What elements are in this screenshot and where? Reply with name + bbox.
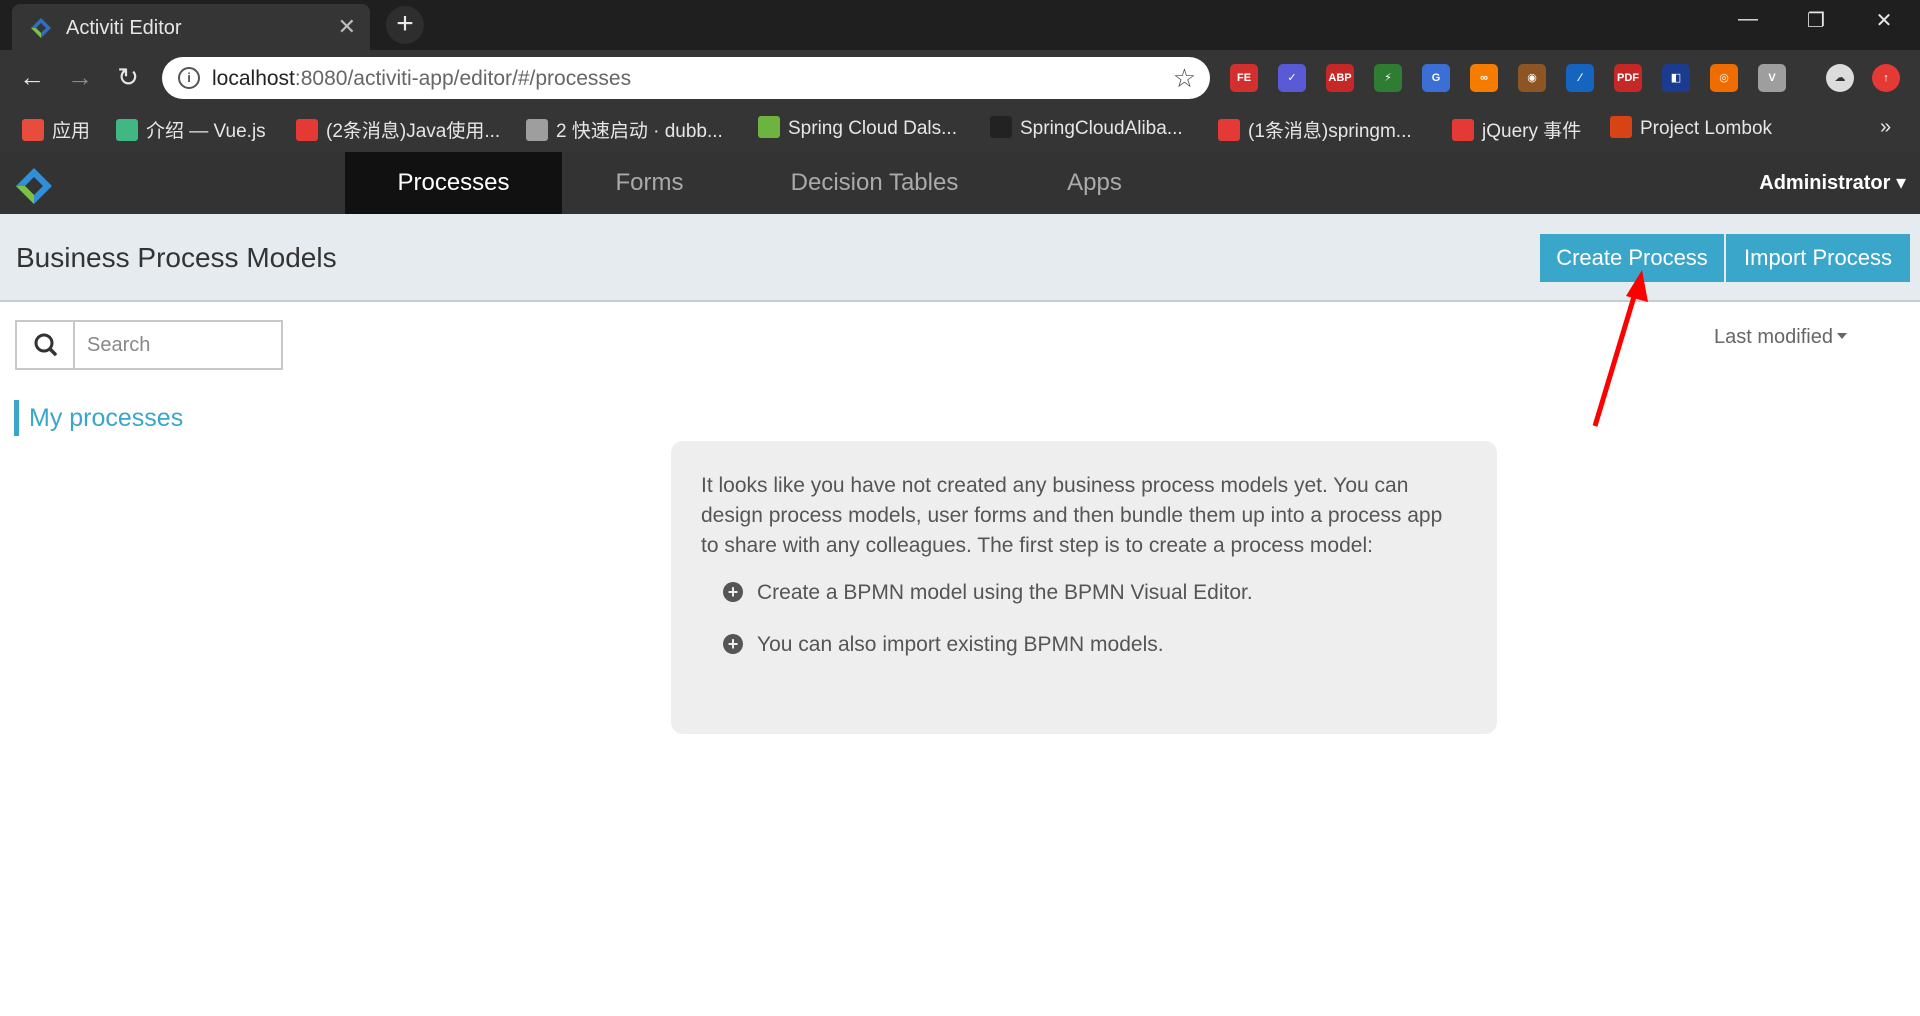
browser-toolbar: ← → ↻ i localhost:8080/activiti-app/edit… <box>0 50 1920 106</box>
bookmark-item[interactable]: Project Lombok <box>1610 116 1772 142</box>
import-bpmn-label: You can also import existing BPMN models… <box>757 633 1164 656</box>
bookmark-item[interactable]: 2 快速启动 · dubb... <box>526 116 723 142</box>
bookmarks-bar: 应用 介绍 — Vue.js (2条消息)Java使用... 2 快速启动 · dub… <box>0 106 1920 152</box>
bookmark-label: Spring Cloud Dals... <box>788 118 957 139</box>
filter-my-processes[interactable]: My processes <box>14 400 183 436</box>
bookmark-favicon-icon <box>296 119 318 141</box>
nav-tab-apps[interactable]: Apps <box>1012 152 1177 214</box>
nav-tab-processes[interactable]: Processes <box>345 152 562 222</box>
reload-icon[interactable]: ↻ <box>112 62 144 94</box>
activiti-logo-icon[interactable] <box>14 166 54 206</box>
address-bar[interactable]: i localhost:8080/activiti-app/editor/#/p… <box>162 57 1210 99</box>
bookmark-label: 2 快速启动 · dubb... <box>556 121 723 142</box>
app-navbar: Processes Forms Decision Tables Apps Adm… <box>0 152 1920 222</box>
bookmark-label: 介绍 — Vue.js <box>146 121 266 142</box>
extension-icon[interactable]: ◧ <box>1662 64 1690 92</box>
plus-circle-icon: + <box>723 634 743 654</box>
bookmark-favicon-icon <box>1452 119 1474 141</box>
tab-title: Activiti Editor <box>66 17 182 39</box>
caret-down-icon <box>1836 333 1847 339</box>
update-icon[interactable]: ↑ <box>1872 64 1900 92</box>
bookmark-label: (2条消息)Java使用... <box>326 121 501 142</box>
empty-state-text: It looks like you have not created any b… <box>701 474 1443 557</box>
bookmark-favicon-icon <box>1610 116 1632 138</box>
page-title: Business Process Models <box>16 242 337 273</box>
browser-tab-strip: Activiti Editor ✕ + — ❐ ✕ <box>0 0 1920 50</box>
extension-icon[interactable]: ◉ <box>1518 64 1546 92</box>
extension-icon[interactable]: ∕ <box>1566 64 1594 92</box>
create-bpmn-item[interactable]: + Create a BPMN model using the BPMN Visu… <box>723 581 1253 605</box>
user-menu-label: Administrator <box>1759 172 1891 194</box>
create-process-button[interactable]: Create Process <box>1540 234 1724 282</box>
search-input[interactable] <box>77 322 281 368</box>
import-process-button[interactable]: Import Process <box>1726 234 1910 282</box>
extension-icon[interactable]: ∞ <box>1470 64 1498 92</box>
bookmark-label: SpringCloudAliba... <box>1020 118 1183 139</box>
bookmarks-overflow-icon[interactable]: » <box>1880 116 1891 142</box>
bookmark-star-icon[interactable]: ☆ <box>1173 63 1196 94</box>
back-arrow-icon[interactable]: ← <box>16 62 48 94</box>
extension-icon[interactable]: FE <box>1230 64 1258 92</box>
nav-tab-forms[interactable]: Forms <box>562 152 737 214</box>
chevron-down-icon: ▾ <box>1895 172 1906 194</box>
profile-avatar[interactable]: ☁ <box>1826 64 1854 92</box>
bookmark-favicon-icon <box>990 116 1012 138</box>
restore-button[interactable]: ❐ <box>1786 8 1846 33</box>
extension-icon[interactable]: ◎ <box>1710 64 1738 92</box>
tab-close-icon[interactable]: ✕ <box>338 14 356 40</box>
bookmark-favicon-icon <box>116 119 138 141</box>
bookmark-label: 应用 <box>52 121 91 142</box>
browser-tab[interactable]: Activiti Editor ✕ <box>12 4 370 50</box>
bookmark-favicon-icon <box>758 116 780 138</box>
minimize-button[interactable]: — <box>1718 8 1778 31</box>
extension-icon[interactable]: ABP <box>1326 64 1354 92</box>
bookmark-item[interactable]: (2条消息)Java使用... <box>296 116 500 142</box>
forward-arrow-icon[interactable]: → <box>64 62 96 94</box>
bookmark-label: Project Lombok <box>1640 118 1773 139</box>
bookmark-label: (1条消息)springm... <box>1248 121 1412 142</box>
nav-tab-decision-tables[interactable]: Decision Tables <box>737 152 1012 214</box>
bookmark-favicon-icon <box>1218 119 1240 141</box>
bookmark-favicon-icon <box>526 119 548 141</box>
extension-icon[interactable]: G <box>1422 64 1450 92</box>
bookmark-item[interactable]: 介绍 — Vue.js <box>116 116 266 142</box>
bookmark-item[interactable]: Spring Cloud Dals... <box>758 116 957 142</box>
search-box <box>15 320 283 370</box>
activiti-favicon-icon <box>31 18 51 38</box>
bookmark-item[interactable]: SpringCloudAliba... <box>990 116 1183 142</box>
bookmark-item[interactable]: (1条消息)springm... <box>1218 116 1412 142</box>
new-tab-button[interactable]: + <box>386 6 424 44</box>
sort-dropdown[interactable]: Last modified <box>1714 326 1847 349</box>
address-url[interactable]: localhost:8080/activiti-app/editor/#/pro… <box>212 67 631 91</box>
bookmark-favicon-icon <box>22 119 44 141</box>
import-bpmn-item[interactable]: + You can also import existing BPMN model… <box>723 633 1164 657</box>
extension-icon[interactable]: ✓ <box>1278 64 1306 92</box>
window-close-button[interactable]: ✕ <box>1854 8 1914 33</box>
create-bpmn-label: Create a BPMN model using the BPMN Visua… <box>757 581 1253 604</box>
user-menu[interactable]: Administrator ▾ <box>1759 170 1906 195</box>
search-icon[interactable] <box>17 322 75 368</box>
bookmark-item[interactable]: jQuery 事件 <box>1452 116 1581 142</box>
extension-icon[interactable]: PDF <box>1614 64 1642 92</box>
bookmark-label: jQuery 事件 <box>1482 121 1582 142</box>
page-header: Business Process Models Create Process I… <box>0 214 1920 302</box>
empty-state-panel: It looks like you have not created any b… <box>671 441 1497 734</box>
sort-label: Last modified <box>1714 326 1833 348</box>
extension-icon[interactable]: V <box>1758 64 1786 92</box>
site-info-icon[interactable]: i <box>178 67 200 89</box>
plus-circle-icon: + <box>723 582 743 602</box>
bookmark-item[interactable]: 应用 <box>22 116 90 142</box>
extension-icon[interactable]: ⚡ <box>1374 64 1402 92</box>
